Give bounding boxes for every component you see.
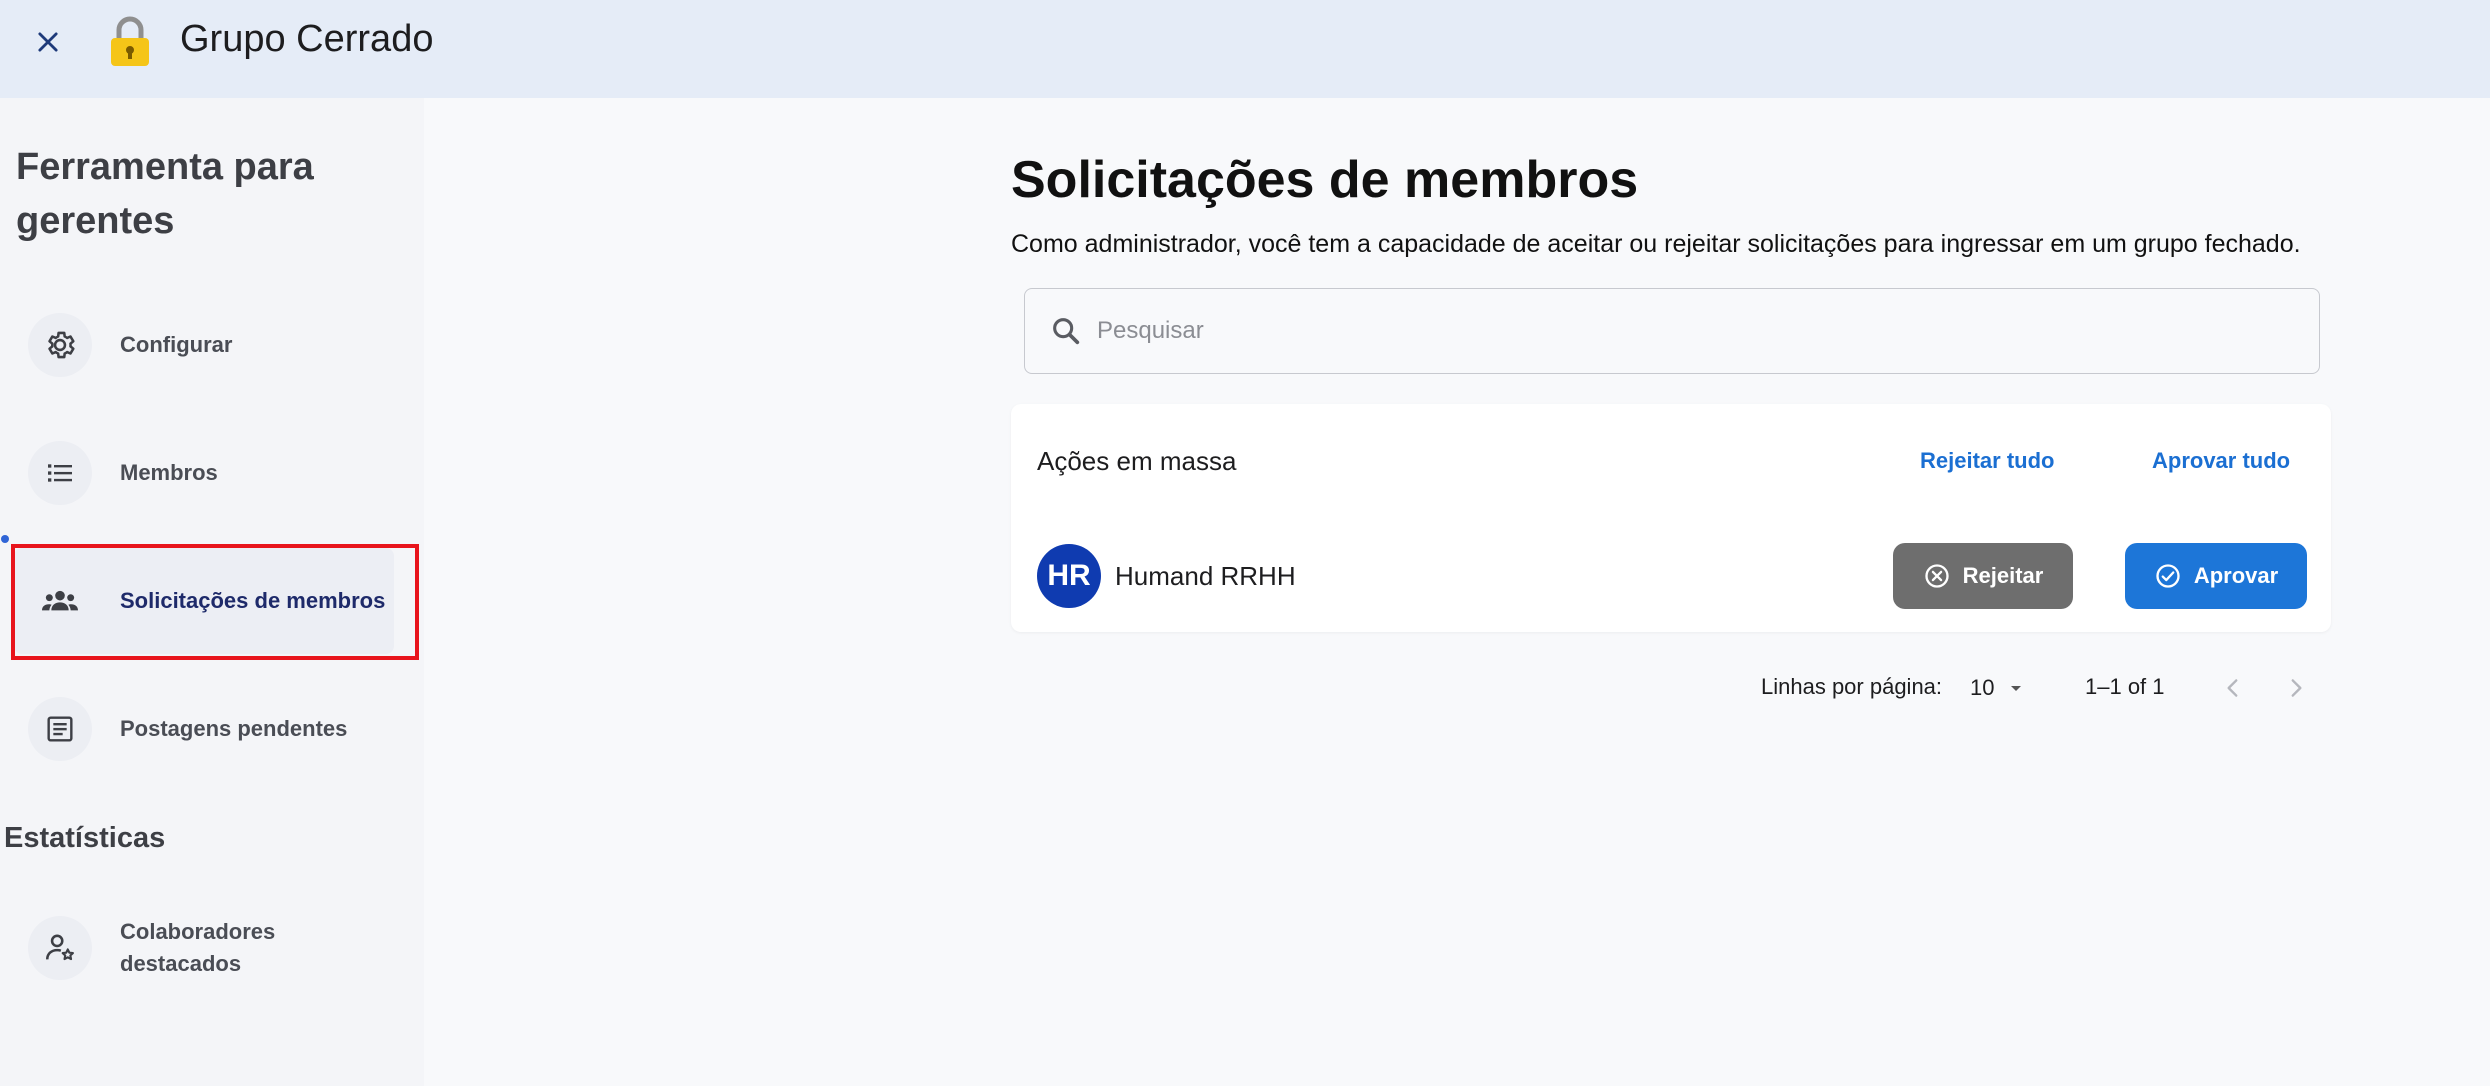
sidebar-item-configurar[interactable]: Configurar <box>14 292 394 398</box>
approve-button[interactable]: Aprovar <box>2125 543 2307 609</box>
group-icon <box>42 590 78 611</box>
close-icon <box>38 32 58 52</box>
dropdown-arrow-icon <box>2011 686 2022 691</box>
pagination-range: 1–1 of 1 <box>2085 674 2165 699</box>
sidebar-item-solicitacoes[interactable]: Solicitações de membros <box>14 548 394 654</box>
sidebar-item-label: Configurar <box>120 332 233 357</box>
search-box[interactable] <box>1024 288 2320 374</box>
next-page-button[interactable] <box>2276 668 2316 708</box>
sidebar-item-label: Solicitações de membros <box>120 588 386 613</box>
lock-icon <box>111 16 149 66</box>
list-icon <box>48 464 72 482</box>
requests-card: Ações em massa Rejeitar tudo Aprovar tud… <box>1011 404 2331 632</box>
document-icon <box>47 716 73 742</box>
sidebar-item-label: Membros <box>120 460 218 485</box>
page-description: Como administrador, você tem a capacidad… <box>1011 230 2301 258</box>
sidebar-item-colaboradores-destacados[interactable]: Colaboradores destacados <box>14 890 394 1006</box>
group-title: Grupo Cerrado <box>180 18 434 60</box>
member-name: Humand RRHH <box>1115 561 1296 591</box>
check-circle-icon <box>2156 564 2180 588</box>
bulk-actions-title: Ações em massa <box>1037 446 1237 476</box>
approve-all-button[interactable]: Aprovar tudo <box>2152 448 2290 474</box>
chevron-right-icon <box>2291 679 2302 697</box>
search-icon <box>1053 318 1080 345</box>
previous-page-button[interactable] <box>2213 668 2253 708</box>
rows-per-page-value: 10 <box>1970 675 1995 700</box>
sidebar-item-postagens-pendentes[interactable]: Postagens pendentes <box>14 676 394 782</box>
reject-all-button[interactable]: Rejeitar tudo <box>1920 448 2054 474</box>
gear-icon <box>48 331 75 359</box>
reject-label: Rejeitar <box>1962 563 2044 588</box>
sidebar: Ferramenta para gerentes Configurar Memb… <box>0 98 424 1086</box>
sidebar-item-label: Colaboradores destacados <box>120 919 276 976</box>
rows-per-page-label: Linhas por página: <box>1761 674 1943 699</box>
sidebar-item-membros[interactable]: Membros <box>14 420 394 526</box>
avatar: HR <box>1037 544 1101 608</box>
person-star-icon <box>45 934 74 961</box>
reject-button[interactable]: Rejeitar <box>1893 543 2073 609</box>
page-title: Solicitações de membros <box>1011 151 1639 209</box>
rows-per-page-select[interactable]: 10 <box>1970 672 2028 704</box>
chevron-left-icon <box>2227 679 2238 697</box>
top-bar: Grupo Cerrado <box>0 0 2490 98</box>
sidebar-item-label: Postagens pendentes <box>120 716 348 741</box>
cancel-circle-icon <box>1924 564 1949 588</box>
sidebar-title: Ferramenta para gerentes <box>16 146 314 242</box>
section-title-statistics: Estatísticas <box>4 822 166 854</box>
close-button[interactable] <box>30 24 66 60</box>
indicator-dot <box>1 535 9 543</box>
search-input[interactable] <box>1097 317 2197 345</box>
approve-label: Aprovar <box>2193 563 2279 588</box>
